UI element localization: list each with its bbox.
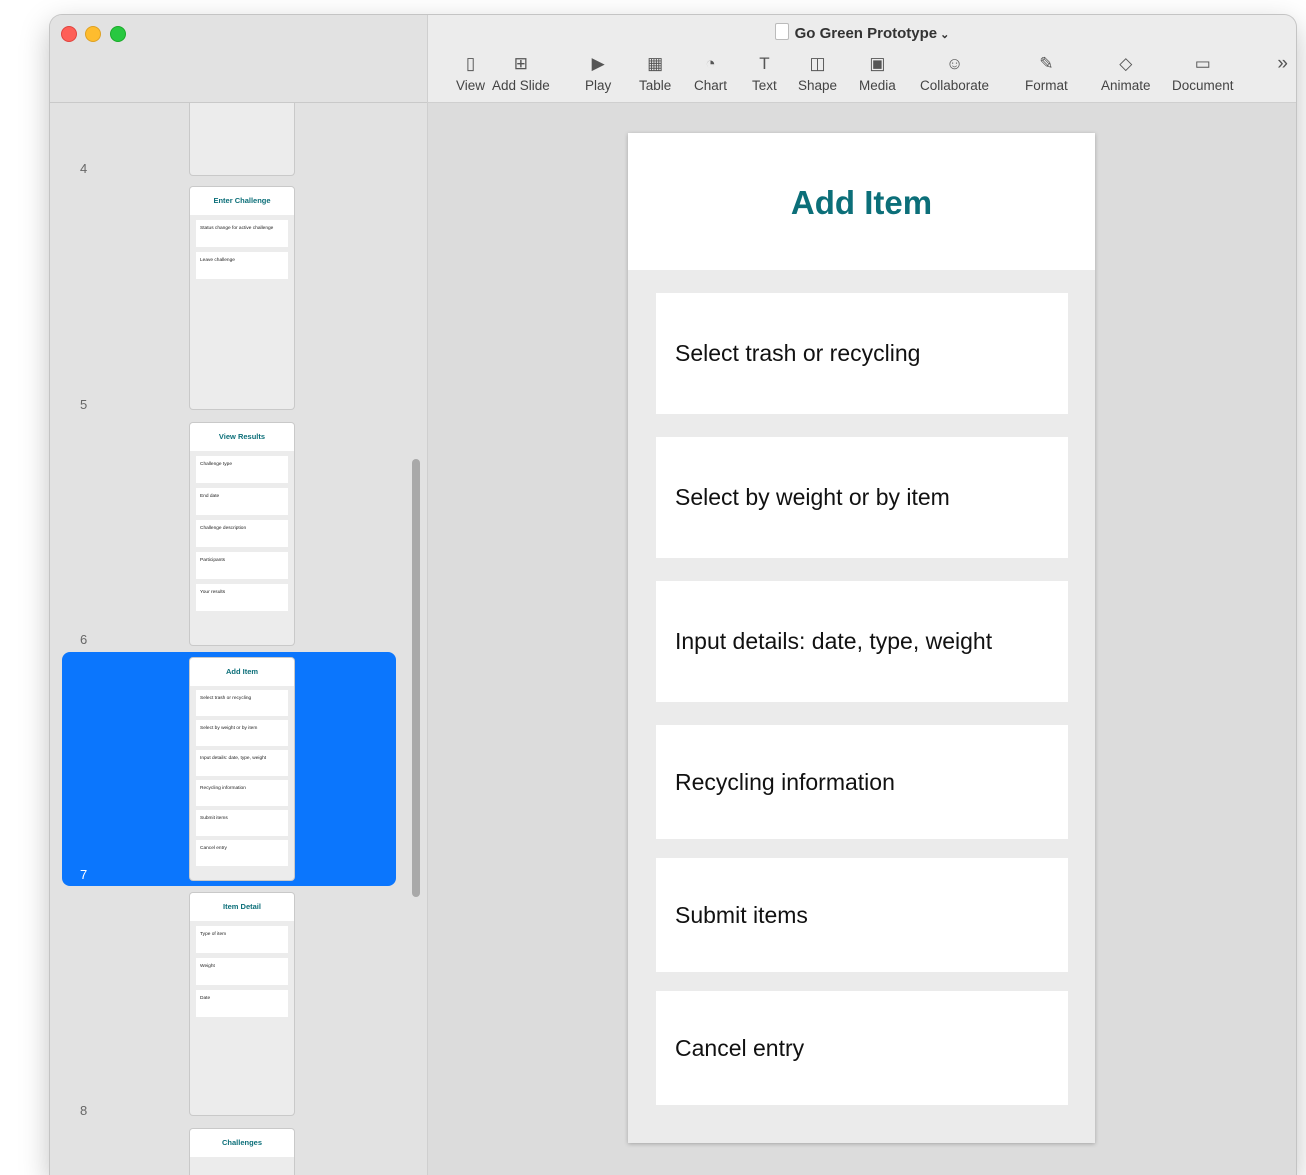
diamond-icon: ◇ <box>1119 54 1133 73</box>
slide-thumbnail-row: Your results <box>196 584 288 611</box>
slide-thumbnail-row: Challenge type <box>196 456 288 483</box>
toolbar-label: Shape <box>798 78 838 93</box>
slide-item-card[interactable]: Cancel entry <box>656 991 1068 1105</box>
slide-number: 4 <box>80 161 88 176</box>
slide-thumbnail-title: Add Item <box>190 658 294 686</box>
slide-title[interactable]: Add Item <box>628 133 1095 222</box>
slide-navigator: 4 5 Enter Challenge Status change for activ… <box>50 15 428 1175</box>
toolbar-overflow-icon[interactable]: » <box>1277 53 1288 75</box>
toolbar-label: Table <box>639 78 672 93</box>
toolbar-label: Text <box>752 78 777 93</box>
toolbar-label: Play <box>585 78 612 93</box>
slide-thumbnail-title: Item Detail <box>190 893 294 921</box>
slide-item-card[interactable]: Recycling information <box>656 725 1068 839</box>
slide-item-card[interactable]: Submit items <box>656 858 1068 972</box>
toolbar-label: Chart <box>694 78 728 93</box>
collaborate-icon: ☺ <box>945 54 964 73</box>
slide-number: 7 <box>80 867 88 882</box>
toolbar-animate-button[interactable]: ◇ Animate <box>1101 52 1151 93</box>
current-slide[interactable]: Add Item Select trash or recycling Select… <box>628 133 1095 1143</box>
slide-thumbnail-row: Select trash or recycling <box>196 690 288 716</box>
toolbar-label: Animate <box>1101 78 1151 93</box>
toolbar-format-button[interactable]: ✎ Format <box>1025 52 1068 93</box>
toolbar-document-button[interactable]: ▭ Document <box>1172 52 1234 93</box>
chart-icon: ◔ <box>705 54 716 73</box>
slide-thumbnail[interactable]: Item Detail Type of item Weight Date <box>190 893 294 1115</box>
plus-square-icon: ⊞ <box>513 54 529 73</box>
document-title-text: Go Green Prototype <box>794 25 938 42</box>
keynote-document-icon <box>774 23 789 40</box>
slide-thumbnail[interactable]: Add Item Select trash or recycling Select … <box>190 658 294 880</box>
toolbar-media-button[interactable]: ▣ Media <box>859 52 896 93</box>
toolbar-collaborate-button[interactable]: ☺ Collaborate <box>920 52 989 93</box>
slide-thumbnail-row: Cancel entry <box>196 840 288 866</box>
toolbar-play-button[interactable]: ▶ Play <box>585 52 611 93</box>
toolbar-table-button[interactable]: ▦ Table <box>639 52 671 93</box>
toolbar-label: Document <box>1172 78 1234 93</box>
text-box-icon: T <box>759 54 770 73</box>
toolbar-label: Collaborate <box>920 78 990 93</box>
sidebar-header <box>50 15 427 103</box>
chevron-down-icon: ⌄ <box>940 29 950 41</box>
zoom-window-button[interactable] <box>110 26 126 42</box>
slide-thumbnail-row: Input details: date, type, weight <box>196 750 288 776</box>
slide-thumbnail-row: Submit items <box>196 810 288 836</box>
toolbar-label: View <box>456 78 486 93</box>
paintbrush-icon: ✎ <box>1039 54 1054 73</box>
play-icon: ▶ <box>591 54 605 73</box>
slide-item-card[interactable]: Input details: date, type, weight <box>656 581 1068 702</box>
slide-thumbnail-title: Challenges <box>190 1129 294 1157</box>
toolbar-label: Add Slide <box>492 78 550 93</box>
document-icon: ▭ <box>1194 54 1211 73</box>
slide-number: 5 <box>80 397 88 412</box>
slide-thumbnail-list[interactable]: 4 5 Enter Challenge Status change for activ… <box>50 103 427 1175</box>
slide-thumbnail-title: Enter Challenge <box>190 187 294 215</box>
slide-thumbnail-row: Weight <box>196 958 288 985</box>
slide-number: 6 <box>80 632 88 647</box>
slide-thumbnail[interactable] <box>190 103 294 175</box>
slide-thumbnail[interactable]: Enter Challenge Status change for active … <box>190 187 294 409</box>
sidebar-scrollbar[interactable] <box>412 459 420 897</box>
slide-thumbnail-row: Type of item <box>196 926 288 953</box>
sidebar-icon: ▯ <box>465 54 476 73</box>
slide-thumbnail-row: End date <box>196 488 288 515</box>
shape-icon: ◫ <box>809 54 826 73</box>
minimize-window-button[interactable] <box>85 26 101 42</box>
slide-item-card[interactable]: Select trash or recycling <box>656 293 1068 414</box>
slide-thumbnail-row: Recycling information <box>196 780 288 806</box>
toolbar-add-slide-button[interactable]: ⊞ Add Slide <box>492 52 550 93</box>
toolbar-label: Format <box>1025 78 1068 93</box>
toolbar-label: Media <box>859 78 896 93</box>
slide-thumbnail-row: Challenge description <box>196 520 288 547</box>
toolbar-shape-button[interactable]: ◫ Shape <box>798 52 837 93</box>
toolbar-view-button[interactable]: ▯ View <box>456 52 485 93</box>
slide-item-card[interactable]: Select by weight or by item <box>656 437 1068 558</box>
slide-thumbnail-title: View Results <box>190 423 294 451</box>
keynote-window: 4 5 Enter Challenge Status change for activ… <box>50 15 1296 1175</box>
slide-thumbnail-row: Date <box>196 990 288 1017</box>
slide-thumbnail-row: Leave challenge <box>196 252 288 279</box>
toolbar-text-button[interactable]: T Text <box>752 52 777 93</box>
slide-number: 8 <box>80 1103 88 1118</box>
slide-canvas[interactable]: Add Item Select trash or recycling Select… <box>428 103 1296 1175</box>
slide-thumbnail-row: Select by weight or by item <box>196 720 288 746</box>
slide-thumbnail[interactable]: View Results Challenge type End date Challe… <box>190 423 294 645</box>
slide-thumbnail-row: Participants <box>196 552 288 579</box>
slide-header: Add Item <box>628 133 1095 270</box>
photo-icon: ▣ <box>869 54 886 73</box>
slide-thumbnail-row: Status change for active challenge <box>196 220 288 247</box>
table-icon: ▦ <box>647 54 664 73</box>
slide-thumbnail[interactable]: Challenges <box>190 1129 294 1175</box>
document-title[interactable]: Go Green Prototype ⌄ <box>428 23 1296 42</box>
close-window-button[interactable] <box>61 26 77 42</box>
toolbar: Go Green Prototype ⌄ ▯ View ⊞ Add Slide ▶ Play… <box>428 15 1296 103</box>
toolbar-chart-button[interactable]: ◔ Chart <box>694 52 727 93</box>
